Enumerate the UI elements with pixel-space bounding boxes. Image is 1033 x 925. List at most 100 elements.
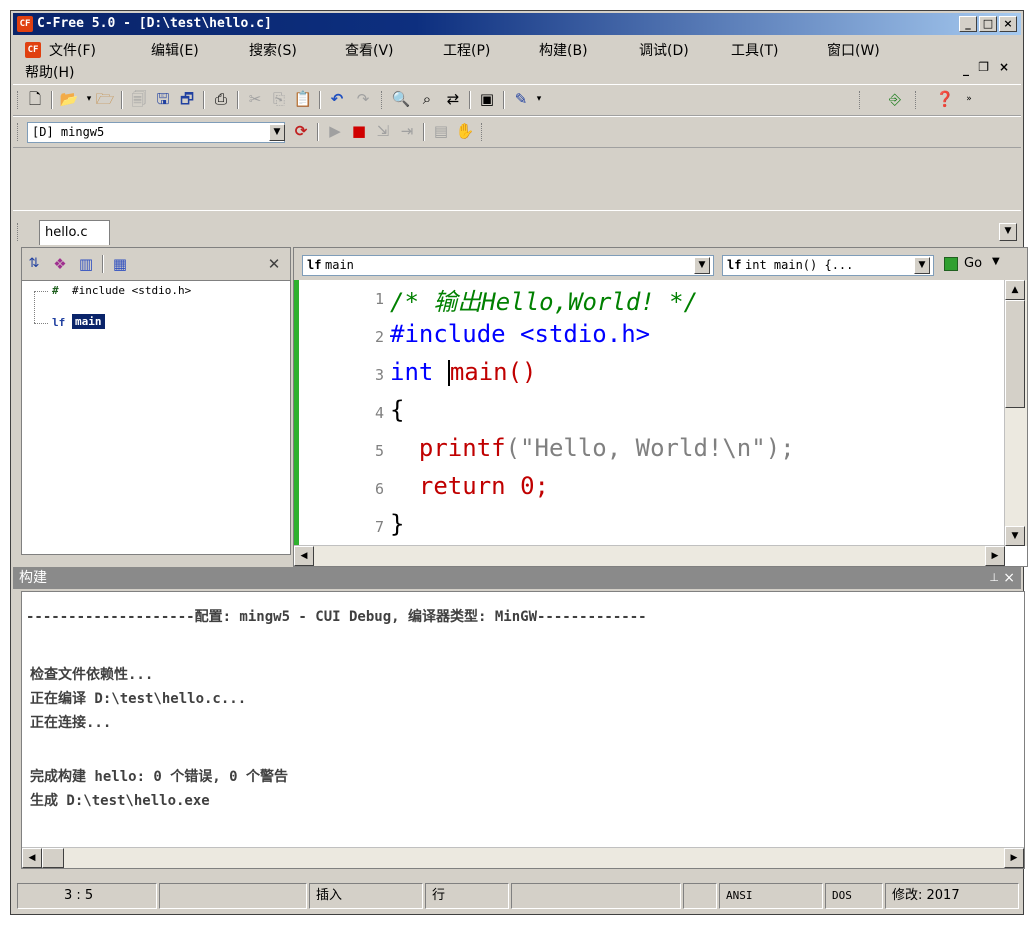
code-line-4[interactable]: { xyxy=(390,396,404,424)
toolbar-grip[interactable] xyxy=(481,123,485,141)
code-line-5[interactable]: printf("Hello, World!\n"); xyxy=(390,434,795,462)
menu-window[interactable]: 窗口(W) xyxy=(827,40,880,60)
tree-item-main[interactable]: main xyxy=(72,314,105,329)
format-icon[interactable]: ✎ xyxy=(511,89,531,109)
scroll-thumb[interactable] xyxy=(1005,300,1025,408)
vertical-scrollbar[interactable]: ▲ ▼ xyxy=(1004,280,1027,546)
replace-icon[interactable]: ⇄ xyxy=(443,89,463,109)
scroll-down-icon[interactable]: ▼ xyxy=(1005,526,1025,546)
scope-combo-value: main xyxy=(325,258,354,272)
close-icon[interactable]: ✕ xyxy=(264,254,284,274)
menu-debug[interactable]: 调试(D) xyxy=(639,40,689,60)
chevron-down-icon[interactable]: ▼ xyxy=(992,256,1000,267)
toolbar-grip[interactable] xyxy=(915,91,919,109)
sort-type-icon[interactable]: ❖ xyxy=(50,254,70,274)
menu-search[interactable]: 搜索(S) xyxy=(249,40,297,60)
rebuild-icon[interactable]: ⟳ xyxy=(291,121,311,141)
save-icon[interactable]: 🖫 xyxy=(153,89,173,109)
status-bar: 3 : 5 插入 行 ANSI DOS 修改: 2017 xyxy=(13,881,1021,911)
close-button[interactable]: × xyxy=(999,16,1017,32)
list-view-icon[interactable]: ▦ xyxy=(110,254,130,274)
menu-file[interactable]: 文件(F) xyxy=(49,40,96,60)
open-folder-icon[interactable]: 📂 xyxy=(59,89,79,109)
mdi-restore-icon[interactable]: ❐ xyxy=(978,60,989,74)
run-file-icon[interactable]: ⎆ xyxy=(885,89,905,109)
tab-hello-c[interactable]: hello.c xyxy=(39,220,110,245)
scroll-right-icon[interactable]: ▶ xyxy=(985,546,1005,566)
save-all-icon[interactable]: 🗗 xyxy=(177,89,197,109)
find-next-icon[interactable]: ⌕ xyxy=(417,89,437,109)
undo-icon[interactable]: ↶ xyxy=(327,89,347,109)
chevron-down-icon[interactable]: ▾ xyxy=(529,89,549,109)
scroll-left-icon[interactable]: ◀ xyxy=(22,848,42,868)
stop-icon[interactable]: ■ xyxy=(349,121,369,141)
paste-icon[interactable]: 📋 xyxy=(293,89,313,109)
breakpoint-hand-icon[interactable]: ✋ xyxy=(455,121,475,141)
scroll-left-icon[interactable]: ◀ xyxy=(294,546,314,566)
menu-view[interactable]: 查看(V) xyxy=(345,40,394,60)
horizontal-scrollbar[interactable]: ◀ ▶ xyxy=(294,545,1005,566)
sort-alpha-icon[interactable]: ⇅ xyxy=(24,254,44,274)
code-line-3[interactable]: int main() xyxy=(390,358,537,386)
code-line-7[interactable]: } xyxy=(390,510,404,538)
build-config-line: --------------------配置: mingw5 - CUI Deb… xyxy=(26,609,647,625)
cut-icon[interactable]: ✂ xyxy=(245,89,265,109)
find-in-files-icon[interactable]: ▣ xyxy=(477,89,497,109)
menu-tools[interactable]: 工具(T) xyxy=(731,40,778,60)
line-number: 2 xyxy=(374,328,384,346)
chevron-down-icon[interactable]: ▼ xyxy=(914,257,930,274)
minimize-button[interactable]: _ xyxy=(959,16,977,32)
code-line-2[interactable]: #include <stdio.h> xyxy=(390,320,650,348)
function-combo[interactable]: lf int main() {... xyxy=(722,255,934,276)
menu-build[interactable]: 构建(B) xyxy=(539,40,588,60)
go-button[interactable]: Go xyxy=(964,256,982,271)
run-icon[interactable]: ▶ xyxy=(325,121,345,141)
copy-icon[interactable]: ⎘ xyxy=(269,89,289,109)
group-icon[interactable]: ▥ xyxy=(76,254,96,274)
build-config-select[interactable]: [D] mingw5 xyxy=(27,122,285,143)
go-arrow-icon[interactable] xyxy=(944,257,958,271)
code-line-1[interactable]: /* 输出Hello,World! */ xyxy=(390,282,698,317)
code-line-6[interactable]: return 0; xyxy=(390,472,549,500)
find-icon[interactable]: 🔍 xyxy=(391,89,411,109)
chevron-down-icon[interactable]: ▼ xyxy=(694,257,710,274)
maximize-button[interactable]: □ xyxy=(979,16,997,32)
scroll-up-icon[interactable]: ▲ xyxy=(1005,280,1025,300)
toolbar-grip[interactable] xyxy=(381,91,385,109)
mdi-close-icon[interactable]: × xyxy=(999,60,1009,74)
modified-time: 修改: 2017 xyxy=(885,883,1019,909)
scope-combo[interactable]: lf main xyxy=(302,255,714,276)
mdi-minimize-icon[interactable]: _ xyxy=(963,62,969,76)
insert-mode: 插入 xyxy=(309,883,423,909)
step-into-icon[interactable]: ⇲ xyxy=(373,121,393,141)
chevron-down-icon[interactable]: ▼ xyxy=(269,124,285,141)
print-icon[interactable]: ⎙ xyxy=(211,89,231,109)
menu-help[interactable]: 帮助(H) xyxy=(25,62,74,82)
pin-icon[interactable]: ⊥ xyxy=(989,567,999,589)
standard-toolbar: 🗋 📂 ▾ 🗁 🗐 🖫 🗗 ⎙ ✂ ⎘ 📋 ↶ ↷ 🔍 ⌕ ⇄ ▣ ✎ ▾ ⎆ … xyxy=(13,84,1021,116)
help-icon[interactable]: ❓ xyxy=(935,89,955,109)
scroll-right-icon[interactable]: ▶ xyxy=(1004,848,1024,868)
open-project-icon[interactable]: 🗁 xyxy=(95,89,115,109)
build-output-file: 生成 D:\test\hello.exe xyxy=(30,793,210,809)
step-over-icon[interactable]: ⇥ xyxy=(397,121,417,141)
redo-icon[interactable]: ↷ xyxy=(353,89,373,109)
toolbar-grip[interactable] xyxy=(17,91,21,109)
menu-edit[interactable]: 编辑(E) xyxy=(151,40,199,60)
toolbar-grip[interactable] xyxy=(17,123,21,141)
tab-list-dropdown-icon[interactable]: ▼ xyxy=(999,223,1017,241)
menu-project[interactable]: 工程(P) xyxy=(443,40,490,60)
title-bar[interactable]: CF C-Free 5.0 - [D:\test\hello.c] _ □ × xyxy=(13,13,1021,35)
tree-item-include[interactable]: #include <stdio.h> xyxy=(72,284,191,297)
scroll-thumb[interactable] xyxy=(42,848,64,868)
tree-line xyxy=(34,291,48,292)
toolbar-overflow-icon[interactable]: » xyxy=(959,89,979,109)
horizontal-scrollbar[interactable]: ◀ ▶ xyxy=(22,847,1024,868)
close-file-icon[interactable]: 🗐 xyxy=(129,89,149,109)
new-file-icon[interactable]: 🗋 xyxy=(25,89,45,109)
document-icon[interactable]: CF xyxy=(25,42,41,58)
code-area[interactable]: 1 /* 输出Hello,World! */ 2 #include <stdio… xyxy=(294,280,1000,546)
toolbar-grip[interactable] xyxy=(859,91,863,109)
watch-icon[interactable]: ▤ xyxy=(431,121,451,141)
close-icon[interactable]: × xyxy=(1003,567,1015,589)
